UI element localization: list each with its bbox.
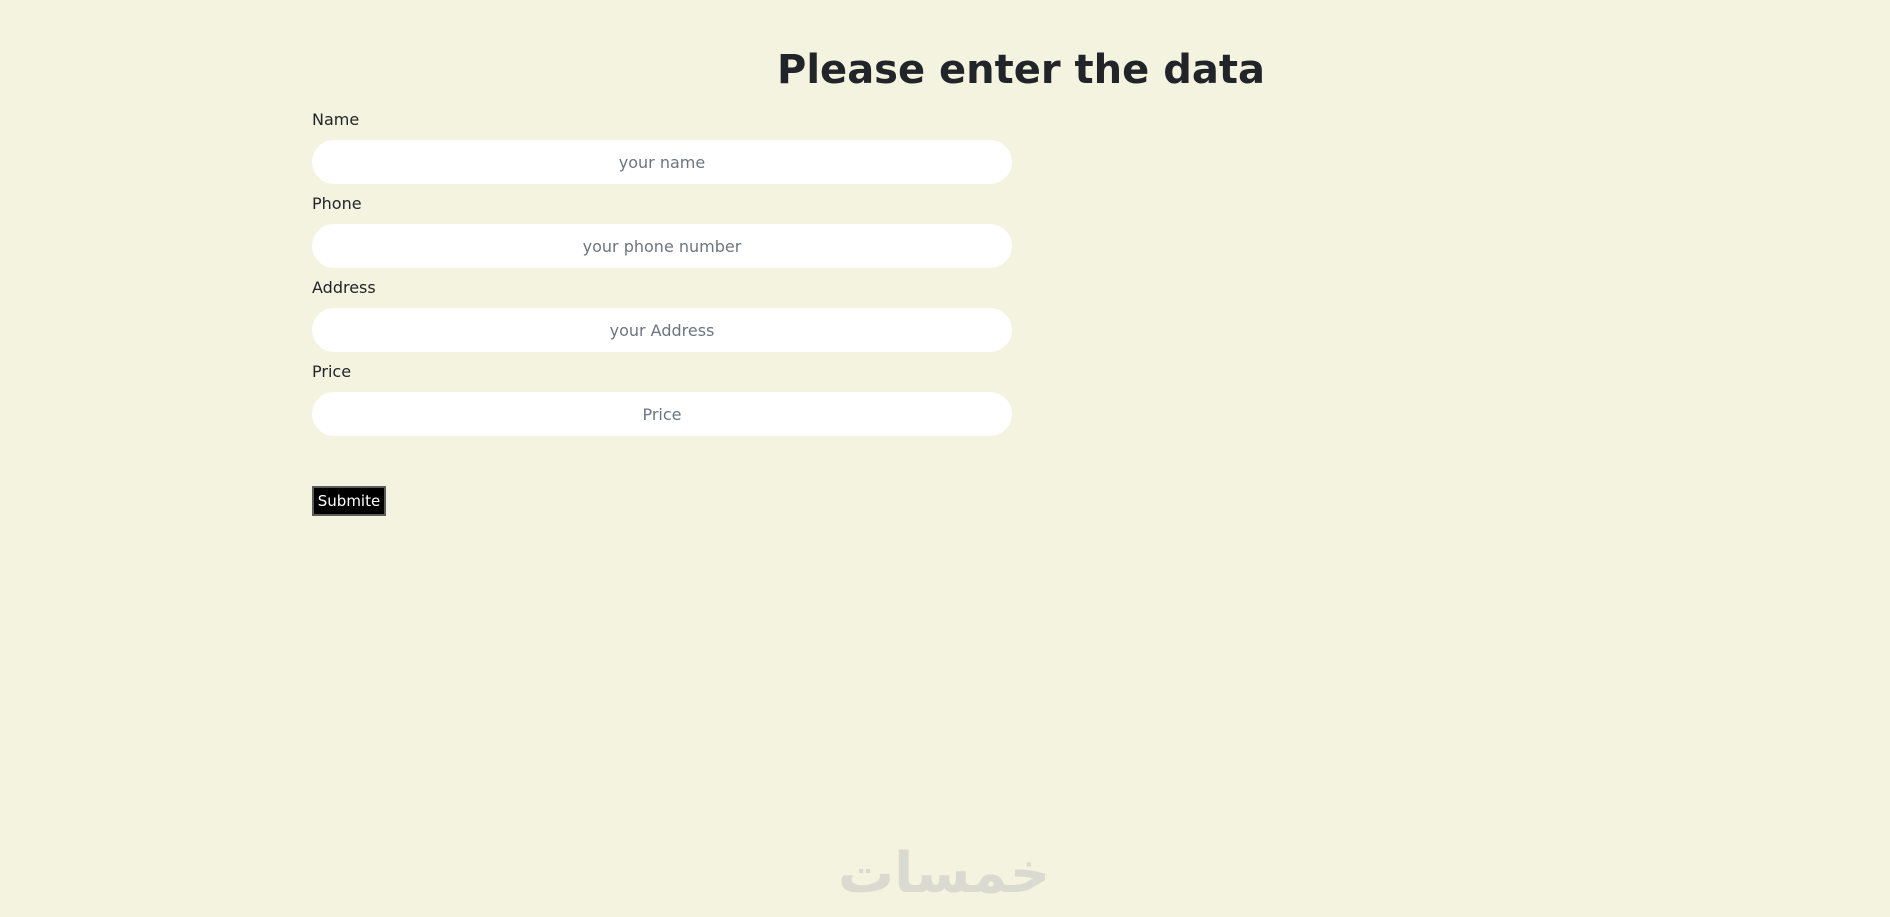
phone-input[interactable] — [312, 224, 1012, 268]
name-input[interactable] — [312, 140, 1012, 184]
price-label: Price — [312, 362, 352, 381]
page-title: Please enter the data — [777, 47, 1265, 93]
name-label: Name — [312, 110, 360, 129]
price-input[interactable] — [312, 392, 1012, 436]
khamsat-watermark-logo: خمسات — [837, 841, 1051, 906]
submit-button[interactable]: Submite — [312, 486, 386, 516]
phone-label: Phone — [312, 194, 362, 213]
address-input[interactable] — [312, 308, 1012, 352]
address-label: Address — [312, 278, 376, 297]
